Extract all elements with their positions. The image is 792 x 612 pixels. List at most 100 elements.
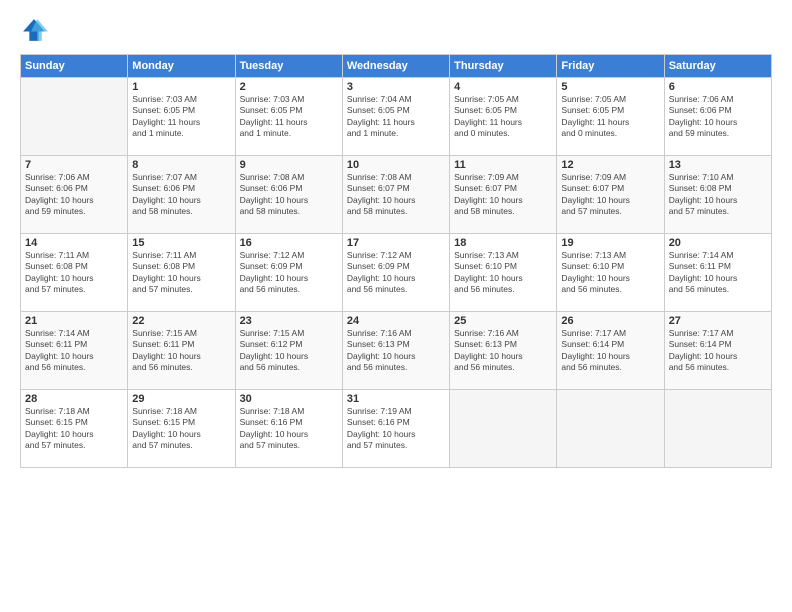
header bbox=[20, 16, 772, 44]
day-cell bbox=[664, 390, 771, 468]
day-cell: 30Sunrise: 7:18 AMSunset: 6:16 PMDayligh… bbox=[235, 390, 342, 468]
day-number: 28 bbox=[25, 393, 123, 405]
day-number: 21 bbox=[25, 315, 123, 327]
week-row-1: 1Sunrise: 7:03 AMSunset: 6:05 PMDaylight… bbox=[21, 78, 772, 156]
day-number: 4 bbox=[454, 81, 552, 93]
day-cell: 24Sunrise: 7:16 AMSunset: 6:13 PMDayligh… bbox=[342, 312, 449, 390]
day-number: 14 bbox=[25, 237, 123, 249]
day-number: 24 bbox=[347, 315, 445, 327]
day-number: 8 bbox=[132, 159, 230, 171]
day-cell: 14Sunrise: 7:11 AMSunset: 6:08 PMDayligh… bbox=[21, 234, 128, 312]
day-info: Sunrise: 7:05 AMSunset: 6:05 PMDaylight:… bbox=[561, 94, 659, 140]
day-cell bbox=[450, 390, 557, 468]
day-cell: 11Sunrise: 7:09 AMSunset: 6:07 PMDayligh… bbox=[450, 156, 557, 234]
day-number: 1 bbox=[132, 81, 230, 93]
day-cell: 29Sunrise: 7:18 AMSunset: 6:15 PMDayligh… bbox=[128, 390, 235, 468]
day-info: Sunrise: 7:12 AMSunset: 6:09 PMDaylight:… bbox=[347, 250, 445, 296]
day-cell: 15Sunrise: 7:11 AMSunset: 6:08 PMDayligh… bbox=[128, 234, 235, 312]
day-cell: 31Sunrise: 7:19 AMSunset: 6:16 PMDayligh… bbox=[342, 390, 449, 468]
day-number: 12 bbox=[561, 159, 659, 171]
day-info: Sunrise: 7:13 AMSunset: 6:10 PMDaylight:… bbox=[454, 250, 552, 296]
day-info: Sunrise: 7:12 AMSunset: 6:09 PMDaylight:… bbox=[240, 250, 338, 296]
day-number: 10 bbox=[347, 159, 445, 171]
day-info: Sunrise: 7:08 AMSunset: 6:07 PMDaylight:… bbox=[347, 172, 445, 218]
day-number: 25 bbox=[454, 315, 552, 327]
col-header-thursday: Thursday bbox=[450, 55, 557, 78]
day-cell bbox=[557, 390, 664, 468]
day-info: Sunrise: 7:15 AMSunset: 6:11 PMDaylight:… bbox=[132, 328, 230, 374]
col-header-saturday: Saturday bbox=[664, 55, 771, 78]
day-info: Sunrise: 7:03 AMSunset: 6:05 PMDaylight:… bbox=[132, 94, 230, 140]
day-cell: 26Sunrise: 7:17 AMSunset: 6:14 PMDayligh… bbox=[557, 312, 664, 390]
day-number: 18 bbox=[454, 237, 552, 249]
day-cell: 1Sunrise: 7:03 AMSunset: 6:05 PMDaylight… bbox=[128, 78, 235, 156]
day-info: Sunrise: 7:15 AMSunset: 6:12 PMDaylight:… bbox=[240, 328, 338, 374]
day-info: Sunrise: 7:16 AMSunset: 6:13 PMDaylight:… bbox=[454, 328, 552, 374]
day-number: 26 bbox=[561, 315, 659, 327]
day-cell: 28Sunrise: 7:18 AMSunset: 6:15 PMDayligh… bbox=[21, 390, 128, 468]
col-header-tuesday: Tuesday bbox=[235, 55, 342, 78]
day-cell: 22Sunrise: 7:15 AMSunset: 6:11 PMDayligh… bbox=[128, 312, 235, 390]
day-cell: 4Sunrise: 7:05 AMSunset: 6:05 PMDaylight… bbox=[450, 78, 557, 156]
day-cell: 18Sunrise: 7:13 AMSunset: 6:10 PMDayligh… bbox=[450, 234, 557, 312]
header-row: SundayMondayTuesdayWednesdayThursdayFrid… bbox=[21, 55, 772, 78]
day-number: 2 bbox=[240, 81, 338, 93]
day-cell: 23Sunrise: 7:15 AMSunset: 6:12 PMDayligh… bbox=[235, 312, 342, 390]
day-number: 16 bbox=[240, 237, 338, 249]
day-cell: 9Sunrise: 7:08 AMSunset: 6:06 PMDaylight… bbox=[235, 156, 342, 234]
day-number: 6 bbox=[669, 81, 767, 93]
day-cell: 10Sunrise: 7:08 AMSunset: 6:07 PMDayligh… bbox=[342, 156, 449, 234]
week-row-3: 14Sunrise: 7:11 AMSunset: 6:08 PMDayligh… bbox=[21, 234, 772, 312]
calendar-page: SundayMondayTuesdayWednesdayThursdayFrid… bbox=[0, 0, 792, 612]
day-cell bbox=[21, 78, 128, 156]
day-cell: 8Sunrise: 7:07 AMSunset: 6:06 PMDaylight… bbox=[128, 156, 235, 234]
day-cell: 13Sunrise: 7:10 AMSunset: 6:08 PMDayligh… bbox=[664, 156, 771, 234]
week-row-5: 28Sunrise: 7:18 AMSunset: 6:15 PMDayligh… bbox=[21, 390, 772, 468]
day-info: Sunrise: 7:18 AMSunset: 6:15 PMDaylight:… bbox=[25, 406, 123, 452]
col-header-monday: Monday bbox=[128, 55, 235, 78]
day-number: 9 bbox=[240, 159, 338, 171]
day-number: 22 bbox=[132, 315, 230, 327]
day-info: Sunrise: 7:05 AMSunset: 6:05 PMDaylight:… bbox=[454, 94, 552, 140]
day-number: 7 bbox=[25, 159, 123, 171]
day-number: 20 bbox=[669, 237, 767, 249]
day-cell: 21Sunrise: 7:14 AMSunset: 6:11 PMDayligh… bbox=[21, 312, 128, 390]
day-number: 5 bbox=[561, 81, 659, 93]
day-info: Sunrise: 7:19 AMSunset: 6:16 PMDaylight:… bbox=[347, 406, 445, 452]
day-info: Sunrise: 7:17 AMSunset: 6:14 PMDaylight:… bbox=[561, 328, 659, 374]
day-cell: 6Sunrise: 7:06 AMSunset: 6:06 PMDaylight… bbox=[664, 78, 771, 156]
logo bbox=[20, 16, 50, 44]
day-cell: 12Sunrise: 7:09 AMSunset: 6:07 PMDayligh… bbox=[557, 156, 664, 234]
day-cell: 5Sunrise: 7:05 AMSunset: 6:05 PMDaylight… bbox=[557, 78, 664, 156]
week-row-2: 7Sunrise: 7:06 AMSunset: 6:06 PMDaylight… bbox=[21, 156, 772, 234]
col-header-wednesday: Wednesday bbox=[342, 55, 449, 78]
day-number: 29 bbox=[132, 393, 230, 405]
day-info: Sunrise: 7:11 AMSunset: 6:08 PMDaylight:… bbox=[25, 250, 123, 296]
day-info: Sunrise: 7:10 AMSunset: 6:08 PMDaylight:… bbox=[669, 172, 767, 218]
week-row-4: 21Sunrise: 7:14 AMSunset: 6:11 PMDayligh… bbox=[21, 312, 772, 390]
day-info: Sunrise: 7:09 AMSunset: 6:07 PMDaylight:… bbox=[454, 172, 552, 218]
day-info: Sunrise: 7:09 AMSunset: 6:07 PMDaylight:… bbox=[561, 172, 659, 218]
day-info: Sunrise: 7:11 AMSunset: 6:08 PMDaylight:… bbox=[132, 250, 230, 296]
day-cell: 16Sunrise: 7:12 AMSunset: 6:09 PMDayligh… bbox=[235, 234, 342, 312]
day-info: Sunrise: 7:18 AMSunset: 6:15 PMDaylight:… bbox=[132, 406, 230, 452]
logo-icon bbox=[20, 16, 48, 44]
day-info: Sunrise: 7:06 AMSunset: 6:06 PMDaylight:… bbox=[25, 172, 123, 218]
day-number: 19 bbox=[561, 237, 659, 249]
day-info: Sunrise: 7:04 AMSunset: 6:05 PMDaylight:… bbox=[347, 94, 445, 140]
day-number: 13 bbox=[669, 159, 767, 171]
day-info: Sunrise: 7:13 AMSunset: 6:10 PMDaylight:… bbox=[561, 250, 659, 296]
day-number: 15 bbox=[132, 237, 230, 249]
day-info: Sunrise: 7:03 AMSunset: 6:05 PMDaylight:… bbox=[240, 94, 338, 140]
day-number: 17 bbox=[347, 237, 445, 249]
day-info: Sunrise: 7:17 AMSunset: 6:14 PMDaylight:… bbox=[669, 328, 767, 374]
day-info: Sunrise: 7:08 AMSunset: 6:06 PMDaylight:… bbox=[240, 172, 338, 218]
day-info: Sunrise: 7:14 AMSunset: 6:11 PMDaylight:… bbox=[25, 328, 123, 374]
day-info: Sunrise: 7:16 AMSunset: 6:13 PMDaylight:… bbox=[347, 328, 445, 374]
col-header-sunday: Sunday bbox=[21, 55, 128, 78]
day-cell: 3Sunrise: 7:04 AMSunset: 6:05 PMDaylight… bbox=[342, 78, 449, 156]
day-cell: 20Sunrise: 7:14 AMSunset: 6:11 PMDayligh… bbox=[664, 234, 771, 312]
day-number: 23 bbox=[240, 315, 338, 327]
day-info: Sunrise: 7:14 AMSunset: 6:11 PMDaylight:… bbox=[669, 250, 767, 296]
day-number: 3 bbox=[347, 81, 445, 93]
